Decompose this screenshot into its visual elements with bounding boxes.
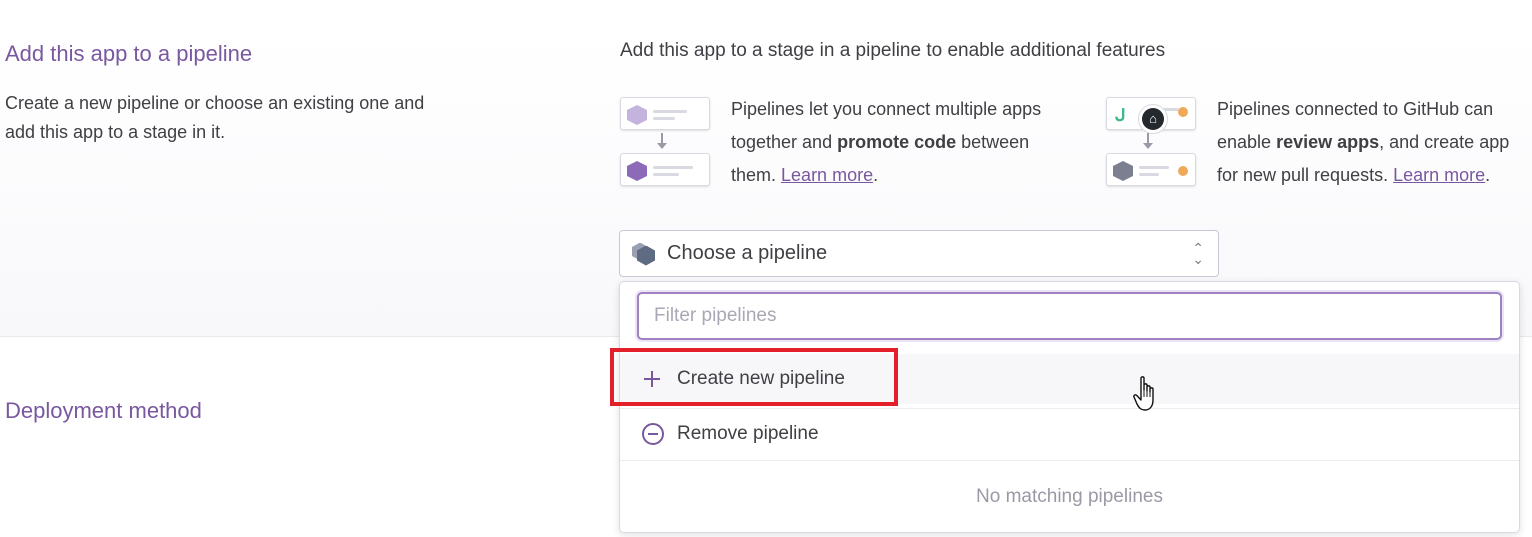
pipeline-illustration (620, 95, 712, 189)
review-app-icon (1178, 166, 1188, 176)
pipeline-select-label: Choose a pipeline (667, 242, 828, 264)
promote-code-emphasis: promote code (837, 132, 957, 152)
pipeline-section-title: Add this app to a pipeline (5, 41, 253, 66)
minus-circle-icon (642, 422, 664, 445)
chevron-updown-icon: ⌃ ⌄ (1192, 240, 1204, 267)
remove-pipeline-option[interactable]: Remove pipeline (620, 408, 1519, 458)
review-app-icon (1178, 107, 1188, 117)
remove-pipeline-label: Remove pipeline (677, 422, 819, 444)
filter-pipelines-input[interactable] (637, 292, 1502, 340)
pipeline-select[interactable]: Choose a pipeline ⌃ ⌄ (619, 230, 1219, 277)
review-apps-emphasis: review apps (1276, 132, 1380, 152)
app-hex-icon (627, 105, 647, 125)
top-spacer (0, 0, 1532, 30)
no-matching-pipelines-message: No matching pipelines (620, 460, 1519, 532)
github-pipeline-illustration: ᒍ ⌂ (1106, 95, 1198, 189)
feature-promote-code-text: Pipelines let you connect multiple apps … (731, 99, 1042, 185)
learn-more-link-github[interactable]: Learn more (1393, 165, 1485, 185)
github-card-bottom (1106, 153, 1196, 186)
branch-icon: ᒍ (1115, 106, 1126, 125)
feature-review-apps-text: Pipelines connected to GitHub can enable… (1217, 99, 1510, 185)
pipeline-card-top (620, 97, 710, 130)
down-arrow-icon (1143, 133, 1153, 149)
pipeline-section-description: Create a new pipeline or choose an exist… (5, 93, 425, 142)
learn-more-link-pipelines[interactable]: Learn more (781, 165, 873, 185)
pipeline-features-heading: Add this app to a stage in a pipeline to… (620, 40, 1166, 61)
app-hex-icon (1113, 161, 1133, 181)
feature-promote-code: Pipelines let you connect multiple apps … (620, 95, 1061, 192)
pipeline-hex-icon (632, 242, 656, 266)
deployment-method-title: Deployment method (5, 398, 202, 423)
github-icon: ⌂ (1138, 104, 1168, 134)
annotation-highlight-box (610, 348, 898, 406)
feature-review-apps: ᒍ ⌂ Pipelines connected to GitHub can en… (1106, 95, 1509, 192)
pipeline-dropdown-menu: Create new pipeline Remove pipeline No m… (619, 281, 1520, 533)
down-arrow-icon (657, 133, 667, 149)
hand-pointer-cursor (1133, 376, 1154, 411)
app-hex-icon (627, 161, 647, 181)
pipeline-card-bottom (620, 153, 710, 186)
